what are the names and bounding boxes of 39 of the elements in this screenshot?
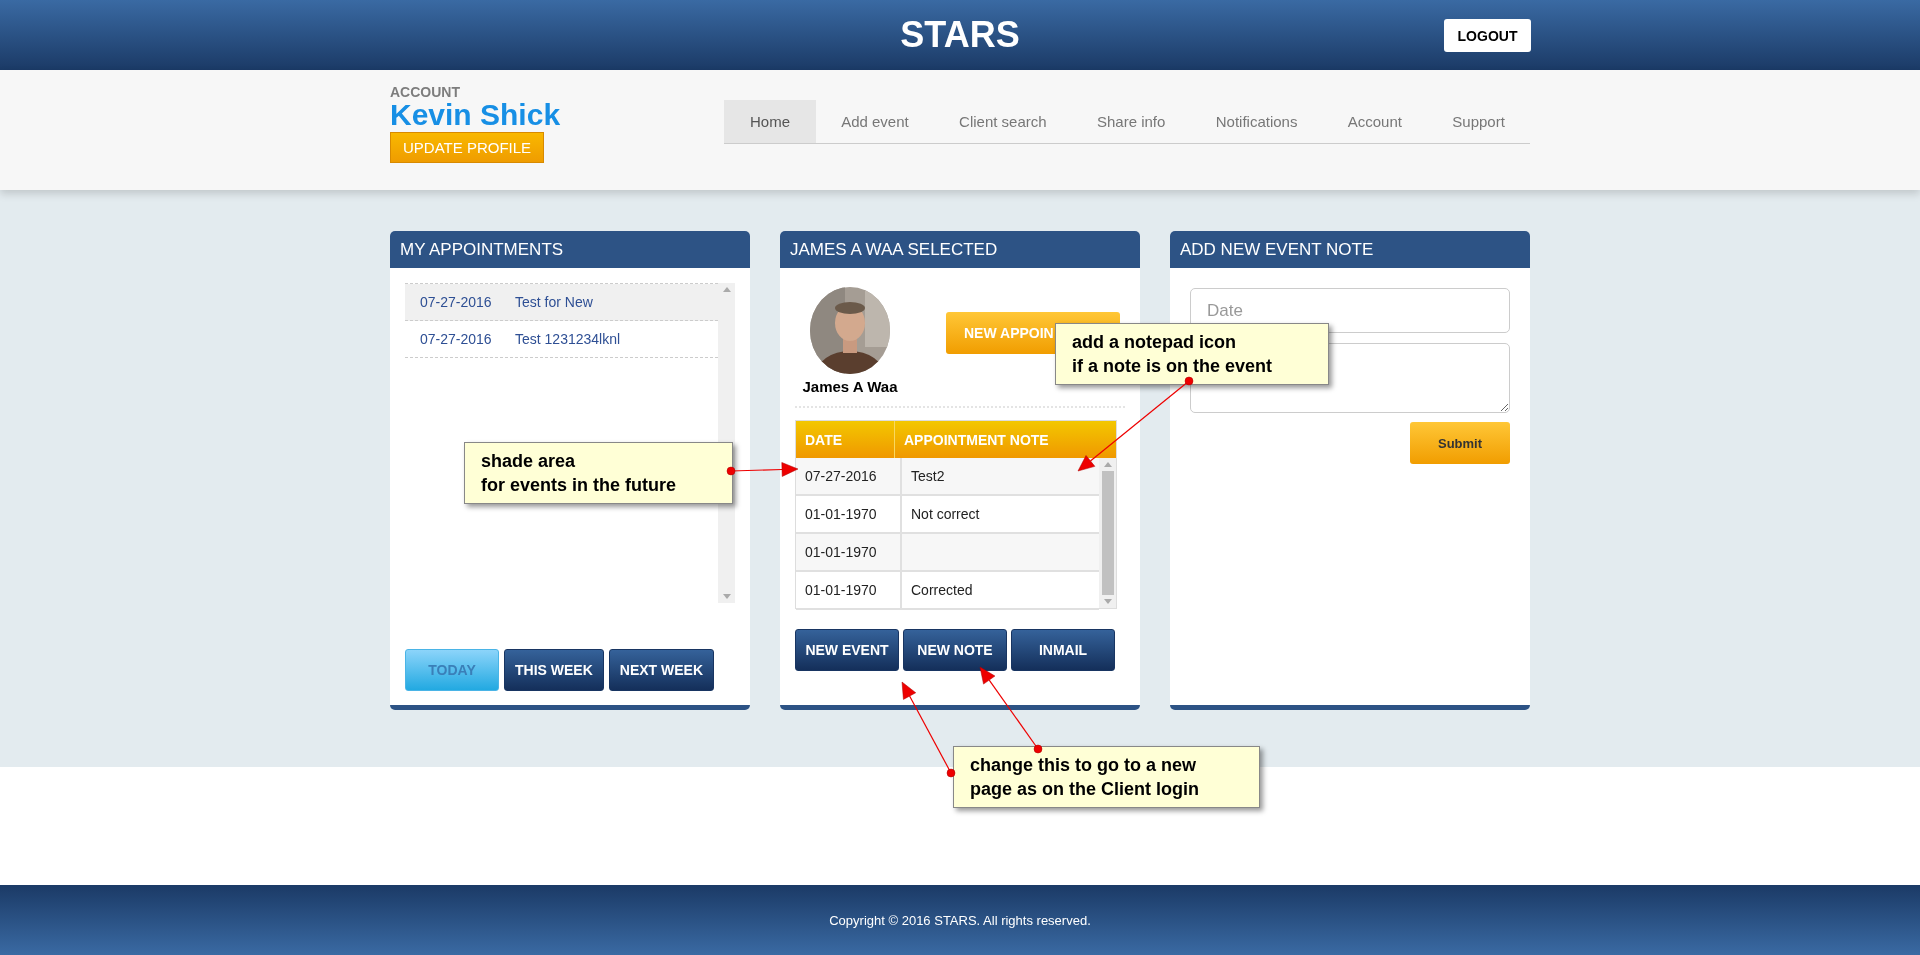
table-cell-text: Not correct [910, 505, 980, 524]
account-name: Kevin Shick [390, 100, 561, 130]
panel-title: MY APPOINTMENTS [390, 231, 750, 268]
action-button[interactable]: NEW NOTE [903, 629, 1007, 671]
table-cell-text: Corrected [910, 581, 973, 600]
nav-tab[interactable]: Account [1322, 100, 1428, 143]
action-button[interactable]: NEW EVENT [795, 629, 899, 671]
nav-tab[interactable]: Share info [1071, 100, 1191, 143]
nav-tab[interactable]: Add event [816, 100, 934, 143]
submit-button[interactable]: Submit [1410, 422, 1510, 464]
table-cell: 01-01-1970 [796, 534, 902, 570]
scrollbar[interactable] [1099, 458, 1116, 608]
range-button[interactable]: THIS WEEK [504, 649, 604, 691]
scroll-up-icon[interactable] [722, 287, 731, 292]
table-cell-text: Test2 [910, 467, 945, 486]
action-button[interactable]: INMAIL [1011, 629, 1115, 671]
callout-tooltip: change this to go to a new page as on the Client login [953, 746, 1260, 808]
scroll-down-icon[interactable] [722, 594, 731, 599]
callout-tooltip: shade area for events in the future [464, 442, 733, 504]
scroll-down-icon[interactable] [1103, 599, 1112, 604]
callout-tooltip: add a notepad icon if a note is on the event [1055, 323, 1329, 385]
column-header: APPOINTMENT NOTE [903, 430, 1049, 450]
nav-tab[interactable]: Client search [933, 100, 1072, 143]
nav-tab[interactable]: Support [1427, 100, 1530, 143]
range-button[interactable]: NEXT WEEK [608, 649, 714, 691]
panel-title: JAMES A WAA SELECTED [780, 231, 1140, 268]
panel-title: ADD NEW EVENT NOTE [1170, 231, 1530, 268]
nav-tab[interactable]: Home [724, 100, 816, 143]
site-title: STARS [900, 14, 1020, 56]
table-cell: 01-01-1970 [796, 496, 902, 532]
table-cell: 01-01-1970 [796, 572, 902, 608]
date-field[interactable]: Date [1190, 288, 1510, 333]
scroll-up-icon[interactable] [1103, 462, 1112, 467]
account-label: ACCOUNT [390, 84, 460, 100]
client-name: James A Waa [802, 378, 898, 395]
logout-button[interactable]: LOGOUT [1444, 19, 1531, 52]
copyright-text: Copyright © 2016 STARS. All rights reserved. [829, 912, 1091, 928]
appointment-row[interactable]: 07-27-2016 Test for New [405, 284, 718, 321]
nav-tab[interactable]: Notifications [1190, 100, 1323, 143]
